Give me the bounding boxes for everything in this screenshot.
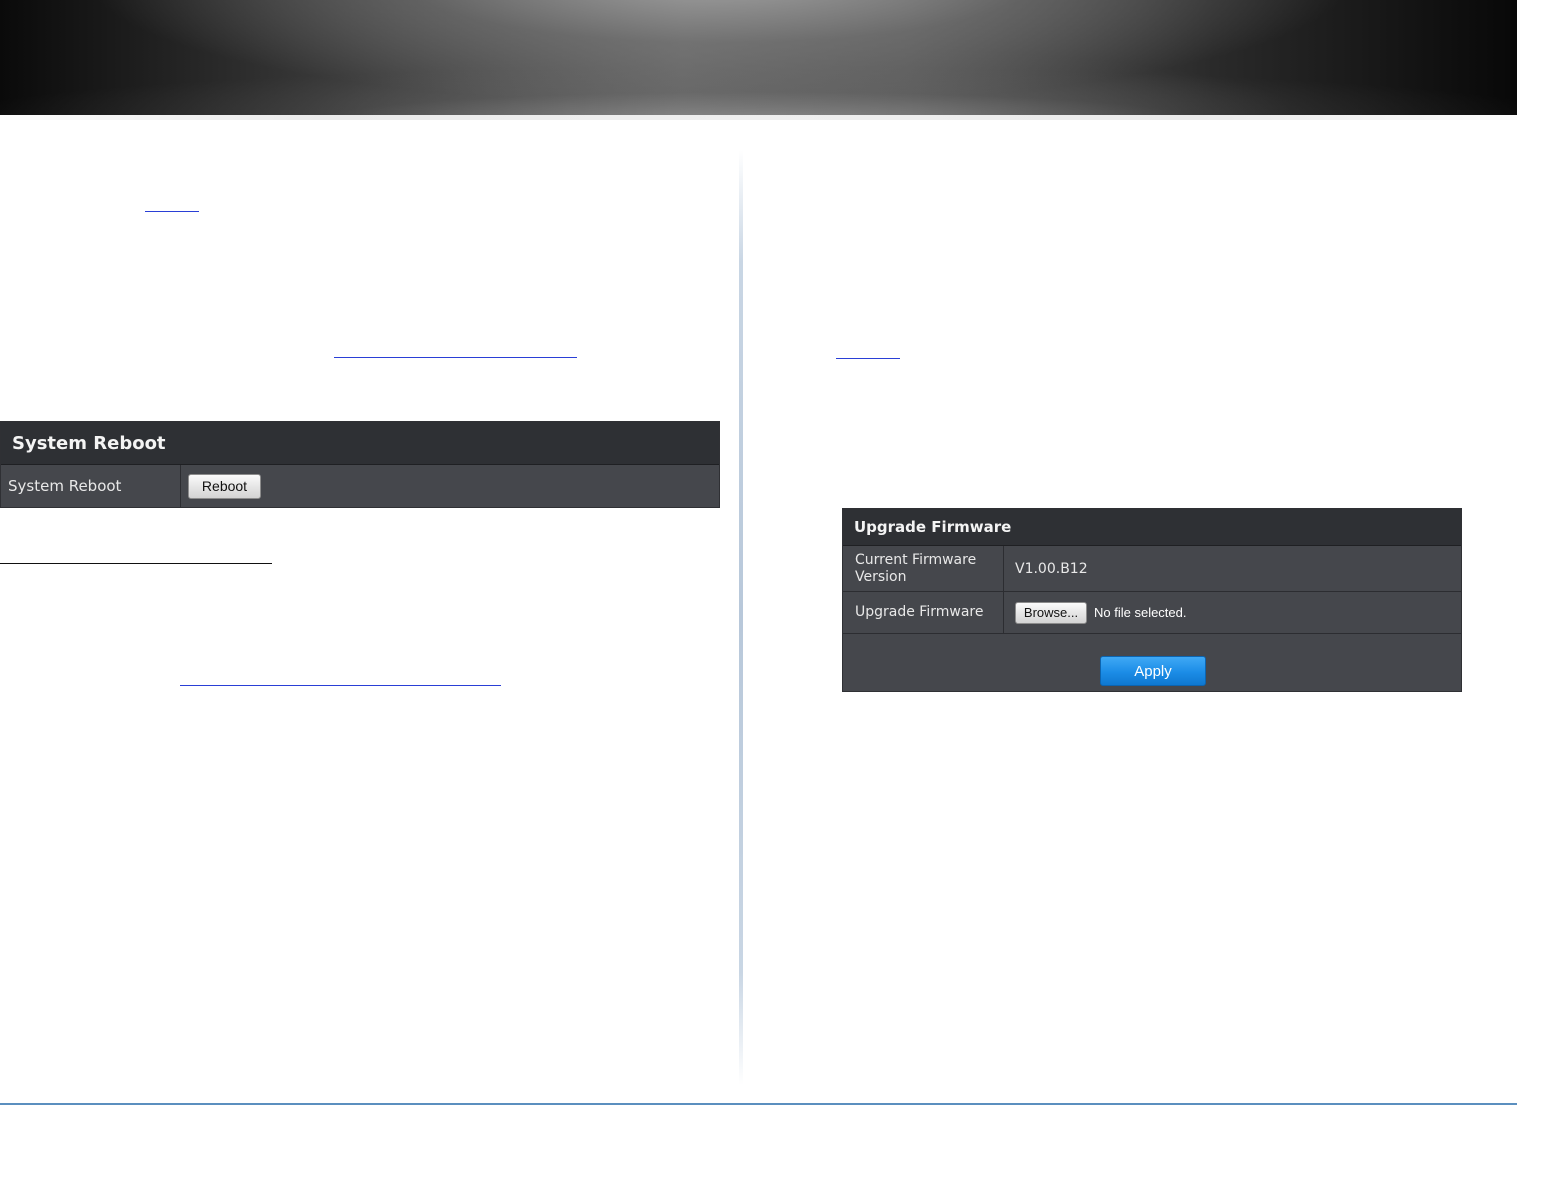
section-heading-underline xyxy=(0,563,272,564)
reboot-button[interactable]: Reboot xyxy=(188,473,261,499)
system-reboot-label: System Reboot xyxy=(1,465,181,507)
hyperlink-underline-2[interactable] xyxy=(334,357,577,358)
manual-page: System Reboot System Reboot Reboot Upgra… xyxy=(0,0,1548,1201)
upgrade-firmware-label: Upgrade Firmware xyxy=(843,592,1004,633)
hyperlink-underline-3[interactable] xyxy=(180,685,501,686)
column-divider xyxy=(739,150,743,1085)
header-banner xyxy=(0,0,1517,120)
upgrade-firmware-footer: Apply xyxy=(843,634,1461,691)
header-light-sweep xyxy=(0,40,1517,120)
system-reboot-row: System Reboot Reboot xyxy=(1,465,719,507)
current-firmware-version-value: V1.00.B12 xyxy=(1015,560,1088,577)
apply-button[interactable]: Apply xyxy=(1100,656,1206,686)
footer-rule xyxy=(0,1103,1517,1105)
upgrade-firmware-value-cell: Browse... No file selected. xyxy=(1004,592,1187,633)
upgrade-firmware-panel: Upgrade Firmware Current Firmware Versio… xyxy=(842,508,1462,692)
upgrade-firmware-row: Upgrade Firmware Browse... No file selec… xyxy=(843,592,1461,634)
system-reboot-panel: System Reboot System Reboot Reboot xyxy=(0,421,720,508)
system-reboot-panel-title: System Reboot xyxy=(1,422,719,465)
browse-button[interactable]: Browse... xyxy=(1015,601,1087,624)
current-firmware-version-row: Current Firmware Version V1.00.B12 xyxy=(843,546,1461,592)
current-firmware-version-label: Current Firmware Version xyxy=(843,546,1004,591)
hyperlink-underline-1[interactable] xyxy=(145,211,199,212)
hyperlink-underline-4[interactable] xyxy=(836,358,900,359)
system-reboot-value-cell: Reboot xyxy=(181,465,261,507)
file-status-text: No file selected. xyxy=(1094,605,1187,620)
upgrade-firmware-panel-title: Upgrade Firmware xyxy=(843,509,1461,546)
